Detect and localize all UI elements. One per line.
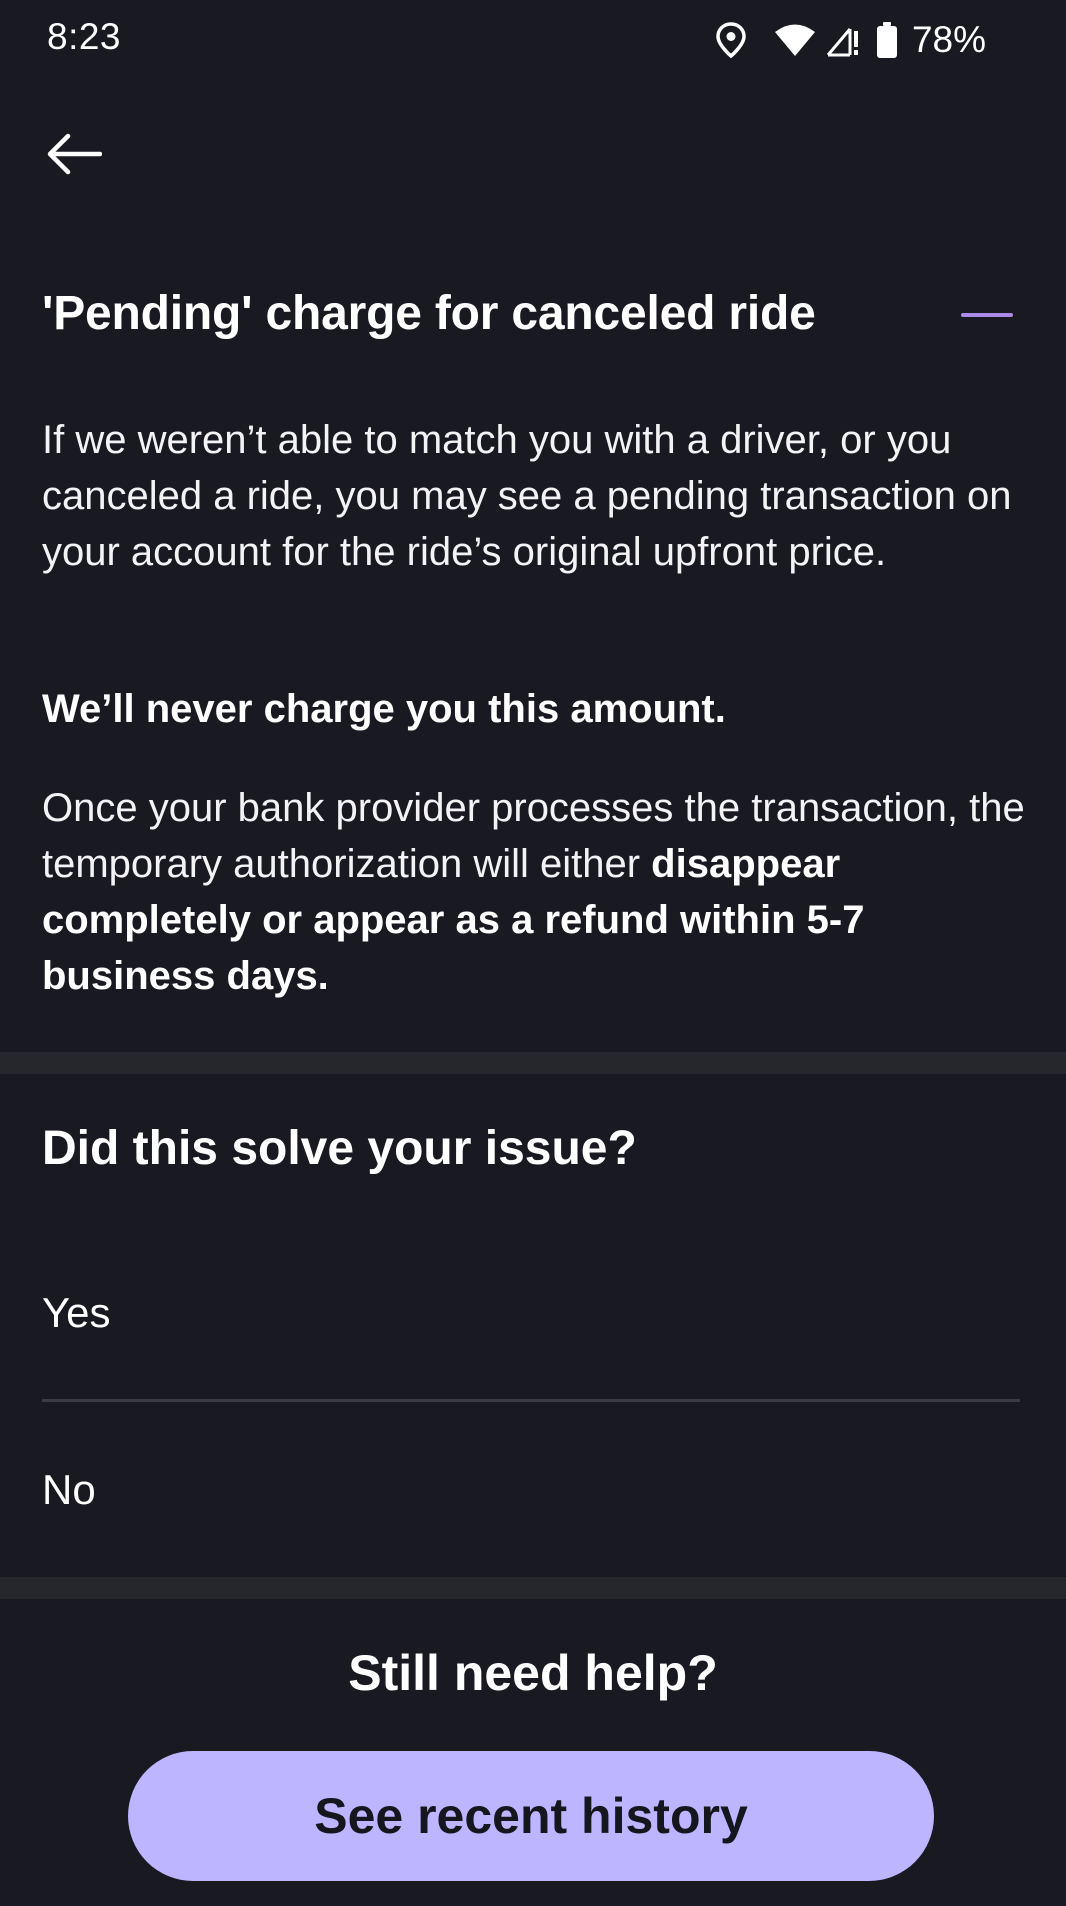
cell-signal-icon (826, 23, 860, 57)
location-icon (716, 22, 746, 58)
section-divider (0, 1577, 1066, 1599)
article-title: 'Pending' charge for canceled ride (42, 287, 816, 340)
feedback-no-label: No (42, 1466, 96, 1513)
arrow-left-icon (47, 133, 102, 175)
article-paragraph-3: Once your bank provider processes the tr… (42, 780, 1032, 1004)
minus-icon (961, 313, 1013, 317)
option-divider (42, 1399, 1020, 1402)
help-article-screen: 8:23 78% 'Pending' charge for canceled r… (0, 0, 1066, 1906)
status-time: 8:23 (47, 16, 122, 57)
wifi-icon (774, 23, 816, 57)
collapse-button[interactable] (958, 300, 1018, 330)
feedback-no-option[interactable]: No (42, 1430, 1022, 1550)
feedback-yes-label: Yes (42, 1289, 111, 1336)
still-need-help-title: Still need help? (348, 1645, 718, 1701)
status-bar: 8:23 78% (0, 0, 1066, 80)
battery-icon (876, 21, 898, 59)
feedback-question: Did this solve your issue? (42, 1122, 637, 1175)
section-divider (0, 1052, 1066, 1074)
article-paragraph-2: We’ll never charge you this amount. (42, 687, 726, 731)
paragraph-3-text: Once your bank provider processes the tr… (42, 786, 1025, 886)
see-recent-history-button[interactable]: See recent history (128, 1751, 934, 1881)
status-icons: 78% (716, 18, 986, 62)
back-button[interactable] (40, 120, 108, 188)
battery-percentage: 78% (911, 19, 986, 60)
article-paragraph-1: If we weren’t able to match you with a d… (42, 418, 1012, 574)
feedback-yes-option[interactable]: Yes (42, 1253, 1022, 1373)
